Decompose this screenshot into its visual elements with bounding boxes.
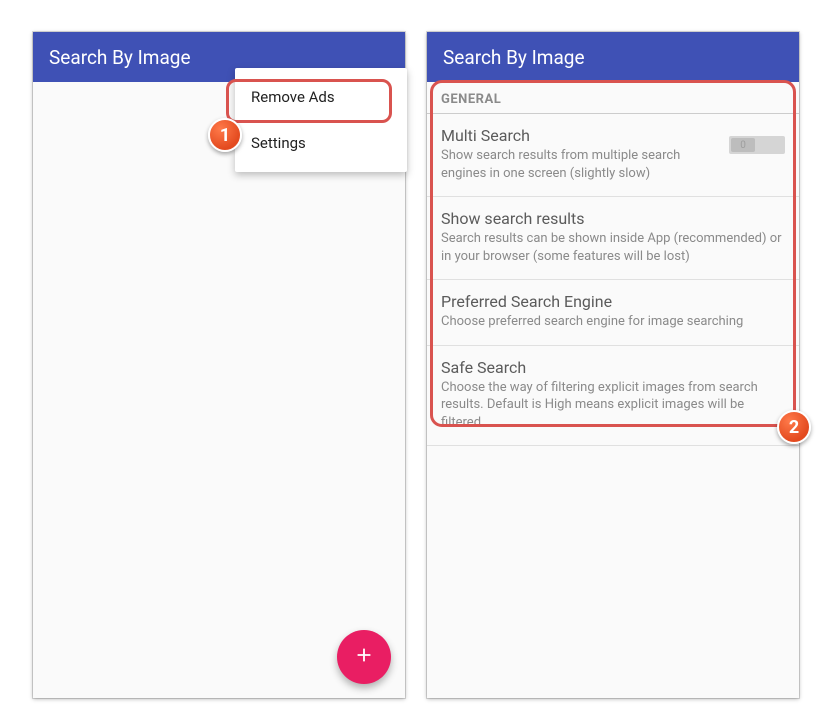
switch-thumb: 0: [731, 138, 755, 152]
menu-item-label: Remove Ads: [251, 88, 335, 106]
menu-item-label: Settings: [251, 134, 306, 152]
setting-text: Safe Search Choose the way of filtering …: [441, 358, 785, 432]
setting-show-search-results[interactable]: Show search results Search results can b…: [427, 197, 799, 280]
setting-desc: Choose the way of filtering explicit ima…: [441, 379, 785, 432]
app-title: Search By Image: [443, 46, 585, 69]
callout-badge-2: 2: [777, 410, 811, 444]
fab-add-button[interactable]: [337, 630, 391, 684]
setting-title: Preferred Search Engine: [441, 292, 785, 311]
setting-multi-search[interactable]: Multi Search Show search results from mu…: [427, 114, 799, 197]
multi-search-toggle[interactable]: 0: [729, 136, 785, 154]
setting-text: Preferred Search Engine Choose preferred…: [441, 292, 785, 331]
setting-text: Multi Search Show search results from mu…: [441, 126, 719, 182]
setting-desc: Choose preferred search engine for image…: [441, 313, 785, 331]
plus-icon: [353, 644, 375, 670]
setting-title: Show search results: [441, 209, 785, 228]
setting-desc: Show search results from multiple search…: [441, 147, 719, 182]
menu-item-remove-ads[interactable]: Remove Ads: [235, 74, 407, 120]
setting-preferred-search-engine[interactable]: Preferred Search Engine Choose preferred…: [427, 280, 799, 346]
setting-title: Safe Search: [441, 358, 785, 377]
content-right: GENERAL Multi Search Show search results…: [427, 82, 799, 698]
menu-item-settings[interactable]: Settings: [235, 120, 407, 166]
overflow-menu: Remove Ads Settings: [235, 68, 407, 172]
appbar-right: Search By Image: [427, 32, 799, 82]
badge-number: 1: [220, 125, 230, 146]
setting-text: Show search results Search results can b…: [441, 209, 785, 265]
badge-number: 2: [789, 417, 799, 438]
phone-screen-right: Search By Image GENERAL Multi Search Sho…: [427, 32, 799, 698]
callout-badge-1: 1: [208, 118, 242, 152]
content-left: Remove Ads Settings: [33, 82, 405, 698]
setting-title: Multi Search: [441, 126, 719, 145]
setting-desc: Search results can be shown inside App (…: [441, 230, 785, 265]
app-title: Search By Image: [49, 46, 191, 69]
section-header-general: GENERAL: [427, 82, 799, 114]
setting-safe-search[interactable]: Safe Search Choose the way of filtering …: [427, 346, 799, 447]
